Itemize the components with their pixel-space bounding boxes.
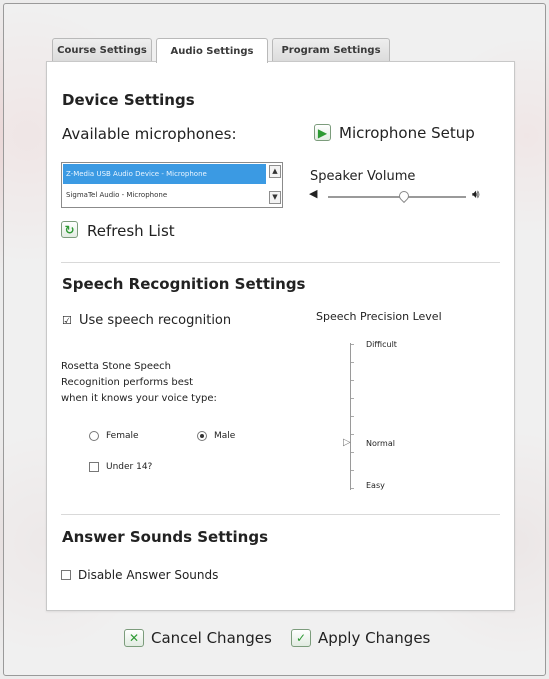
speech-info-line-3: when it knows your voice type: xyxy=(61,393,217,404)
precision-tick xyxy=(351,416,354,417)
precision-tick xyxy=(351,452,354,453)
precision-tick xyxy=(351,362,354,363)
device-settings-title: Device Settings xyxy=(62,91,195,109)
section-divider xyxy=(61,262,500,263)
audio-settings-panel: Device Settings Available microphones: Z… xyxy=(46,61,515,611)
use-speech-label: Use speech recognition xyxy=(79,313,232,328)
speech-recognition-title: Speech Recognition Settings xyxy=(62,275,306,293)
cancel-changes-label: Cancel Changes xyxy=(151,629,272,647)
under-14-checkbox[interactable] xyxy=(89,462,99,472)
under-14-label: Under 14? xyxy=(106,462,153,472)
speaker-volume-slider[interactable] xyxy=(328,196,466,198)
apply-check-icon: ✓ xyxy=(291,629,311,647)
refresh-list-button[interactable]: Refresh List xyxy=(87,222,175,240)
precision-tick xyxy=(351,398,354,399)
scroll-up-icon[interactable]: ▲ xyxy=(269,165,281,178)
precision-tick xyxy=(351,380,354,381)
tab-program-settings[interactable]: Program Settings xyxy=(272,38,390,61)
apply-changes-label: Apply Changes xyxy=(318,629,431,647)
section-divider xyxy=(61,514,500,515)
cancel-x-icon: ✕ xyxy=(124,629,144,647)
speaker-low-icon: ◀ xyxy=(309,187,318,200)
female-label: Female xyxy=(106,431,139,441)
precision-tick xyxy=(351,344,354,345)
scroll-down-icon[interactable]: ▼ xyxy=(269,191,281,204)
list-scrollbar[interactable]: ▲ ▼ xyxy=(269,164,281,206)
speech-info-line-1: Rosetta Stone Speech xyxy=(61,361,172,372)
precision-level-title: Speech Precision Level xyxy=(316,310,442,323)
list-item[interactable]: Z-Media USB Audio Device - Microphone xyxy=(63,164,266,184)
microphone-setup-button[interactable]: Microphone Setup xyxy=(339,124,475,142)
speaker-volume-thumb[interactable] xyxy=(396,188,411,204)
female-radio[interactable] xyxy=(89,431,99,441)
tab-audio-settings[interactable]: Audio Settings xyxy=(156,38,268,63)
precision-easy-label: Easy xyxy=(366,481,385,490)
speech-info-line-2: Recognition performs best xyxy=(61,377,194,388)
precision-tick xyxy=(351,488,354,489)
answer-sounds-title: Answer Sounds Settings xyxy=(62,528,269,546)
refresh-icon[interactable]: ↻ xyxy=(61,221,78,238)
precision-tick xyxy=(351,434,354,435)
settings-tabs: Course Settings Audio Settings Program S… xyxy=(52,38,394,63)
male-label: Male xyxy=(214,431,236,441)
disable-answer-sounds-label: Disable Answer Sounds xyxy=(78,568,219,582)
precision-difficult-label: Difficult xyxy=(366,340,397,349)
list-item[interactable]: SigmaTel Audio - Microphone xyxy=(63,185,266,205)
speaker-volume-label: Speaker Volume xyxy=(310,169,416,184)
cancel-changes-button[interactable]: ✕ Cancel Changes xyxy=(124,627,272,649)
speaker-high-icon: 🔊︎ xyxy=(472,187,480,201)
microphone-list[interactable]: Z-Media USB Audio Device - Microphone Si… xyxy=(61,162,283,208)
male-radio[interactable] xyxy=(197,431,207,441)
precision-slider-thumb[interactable]: ▷ xyxy=(343,437,351,448)
tab-course-settings[interactable]: Course Settings xyxy=(52,38,152,61)
precision-normal-label: Normal xyxy=(366,439,395,448)
precision-tick xyxy=(351,470,354,471)
use-speech-checkbox[interactable]: ☑ xyxy=(62,314,72,327)
microphone-setup-play-icon[interactable]: ▶ xyxy=(314,124,331,141)
apply-changes-button[interactable]: ✓ Apply Changes xyxy=(291,627,430,649)
available-microphones-label: Available microphones: xyxy=(62,125,237,143)
disable-answer-sounds-checkbox[interactable] xyxy=(61,570,71,580)
